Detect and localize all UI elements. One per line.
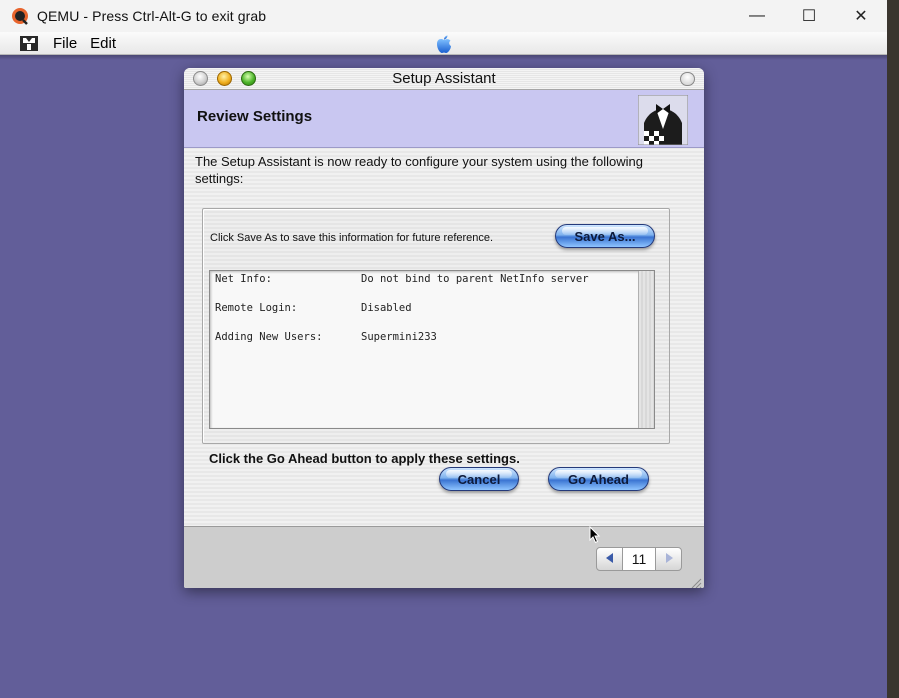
butler-icon <box>637 94 689 146</box>
go-ahead-button[interactable]: Go Ahead <box>548 467 649 491</box>
qemu-app-icon <box>11 7 29 25</box>
save-note: Click Save As to save this information f… <box>210 232 494 244</box>
save-as-button[interactable]: Save As... <box>555 224 655 248</box>
menu-edit[interactable]: Edit <box>90 35 116 52</box>
settings-row: Adding New Users: Supermini233 <box>215 331 437 343</box>
setting-key: Net Info: <box>215 273 272 285</box>
host-window-title: QEMU - Press Ctrl-Alt-G to exit grab <box>37 8 267 24</box>
host-titlebar: QEMU - Press Ctrl-Alt-G to exit grab — ☐… <box>0 0 887 32</box>
settings-scrollbar[interactable] <box>638 271 654 428</box>
window-footer: 11 <box>184 526 704 588</box>
settings-group: Click Save As to save this information f… <box>202 208 670 444</box>
apple-menu-icon[interactable] <box>434 34 454 54</box>
setup-assistant-window: Setup Assistant Review Settings The Setu… <box>184 68 704 588</box>
cancel-button[interactable]: Cancel <box>439 467 519 491</box>
settings-row: Remote Login: Disabled <box>215 302 412 314</box>
window-minimize-button[interactable] <box>217 71 232 86</box>
page-navigator: 11 <box>596 547 682 571</box>
toolbar-toggle-button[interactable] <box>680 72 695 86</box>
cancel-label: Cancel <box>457 471 501 487</box>
review-header: Review Settings <box>184 90 704 148</box>
minimize-button[interactable]: — <box>731 0 783 32</box>
menubar-shadow <box>0 55 887 60</box>
setup-assistant-menu-icon[interactable] <box>19 35 39 52</box>
window-close-button[interactable] <box>193 71 208 86</box>
arrow-right-icon <box>665 552 673 566</box>
arrow-left-icon <box>605 552 614 566</box>
setting-key: Adding New Users: <box>215 331 323 343</box>
window-titlebar[interactable]: Setup Assistant <box>184 68 704 90</box>
window-body: The Setup Assistant is now ready to conf… <box>184 149 704 526</box>
go-ahead-label: Go Ahead <box>568 471 629 487</box>
apply-note: Click the Go Ahead button to apply these… <box>209 451 520 466</box>
settings-row: Net Info: Do not bind to parent NetInfo s… <box>215 273 589 285</box>
intro-text: The Setup Assistant is now ready to conf… <box>195 154 644 186</box>
previous-page-button[interactable] <box>596 547 623 571</box>
mouse-cursor-icon <box>589 525 601 544</box>
resize-grip-icon[interactable] <box>690 574 702 588</box>
settings-list[interactable]: Net Info: Do not bind to parent NetInfo s… <box>209 270 655 429</box>
setting-value: Supermini233 <box>361 331 437 343</box>
setting-value: Do not bind to parent NetInfo server <box>361 273 589 285</box>
save-as-label: Save As... <box>574 228 636 244</box>
next-page-button[interactable] <box>655 547 682 571</box>
close-button[interactable]: ✕ <box>835 0 887 32</box>
host-edge <box>887 0 899 698</box>
page-title: Review Settings <box>197 108 313 125</box>
guest-screen: File Edit Setup Assistant Review Setting… <box>0 32 887 698</box>
maximize-button[interactable]: ☐ <box>783 0 835 32</box>
window-title: Setup Assistant <box>392 70 496 87</box>
setting-key: Remote Login: <box>215 302 298 314</box>
mac-menubar: File Edit <box>0 32 887 55</box>
window-zoom-button[interactable] <box>241 71 256 86</box>
menu-file[interactable]: File <box>53 35 77 52</box>
setting-value: Disabled <box>361 302 412 314</box>
page-number: 11 <box>623 547 655 571</box>
